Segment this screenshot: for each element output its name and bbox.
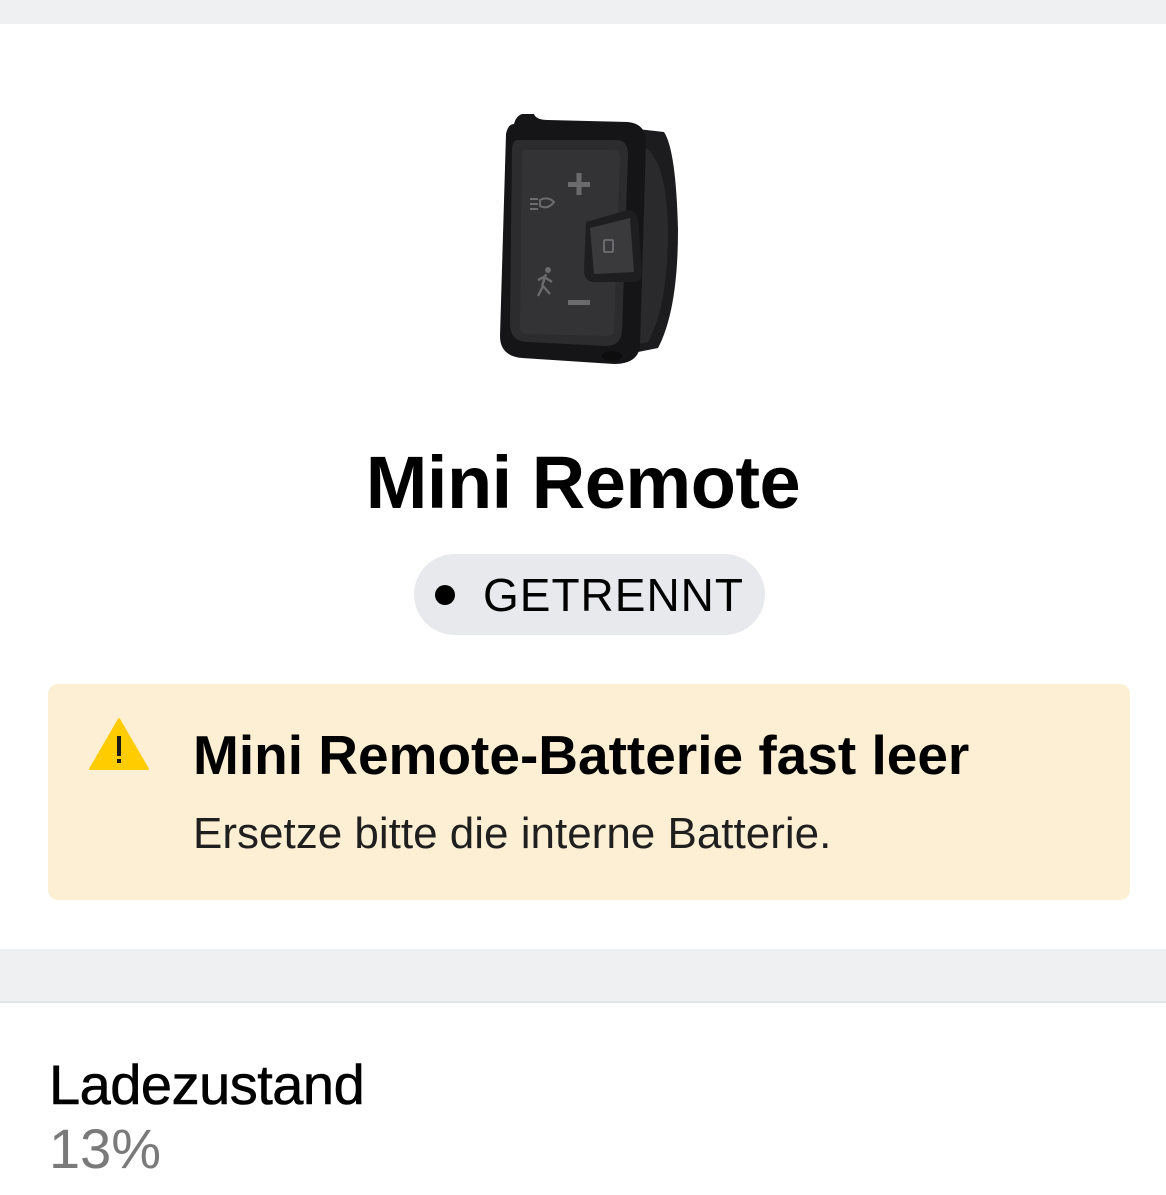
device-title: Mini Remote [365,441,801,524]
warning-title: Mini Remote-Batterie fast leer [193,724,970,786]
charge-state-value: 13% [49,1117,162,1180]
charge-state-label: Ladezustand [49,1053,365,1117]
mini-remote-device-icon [500,114,678,364]
status-dot-icon [435,584,455,605]
battery-warning-banner[interactable]: Mini Remote-Batterie fast leer Ersetze b… [48,684,1130,900]
mini-remote-image [488,110,698,370]
warning-subtitle: Ersetze bitte die interne Batterie. [193,809,832,858]
status-label: GETRENNT [483,568,744,621]
connection-status-badge: GETRENNT [414,554,765,635]
warning-triangle-icon [89,718,149,770]
top-separator [0,0,1166,24]
section-divider [0,949,1166,1003]
